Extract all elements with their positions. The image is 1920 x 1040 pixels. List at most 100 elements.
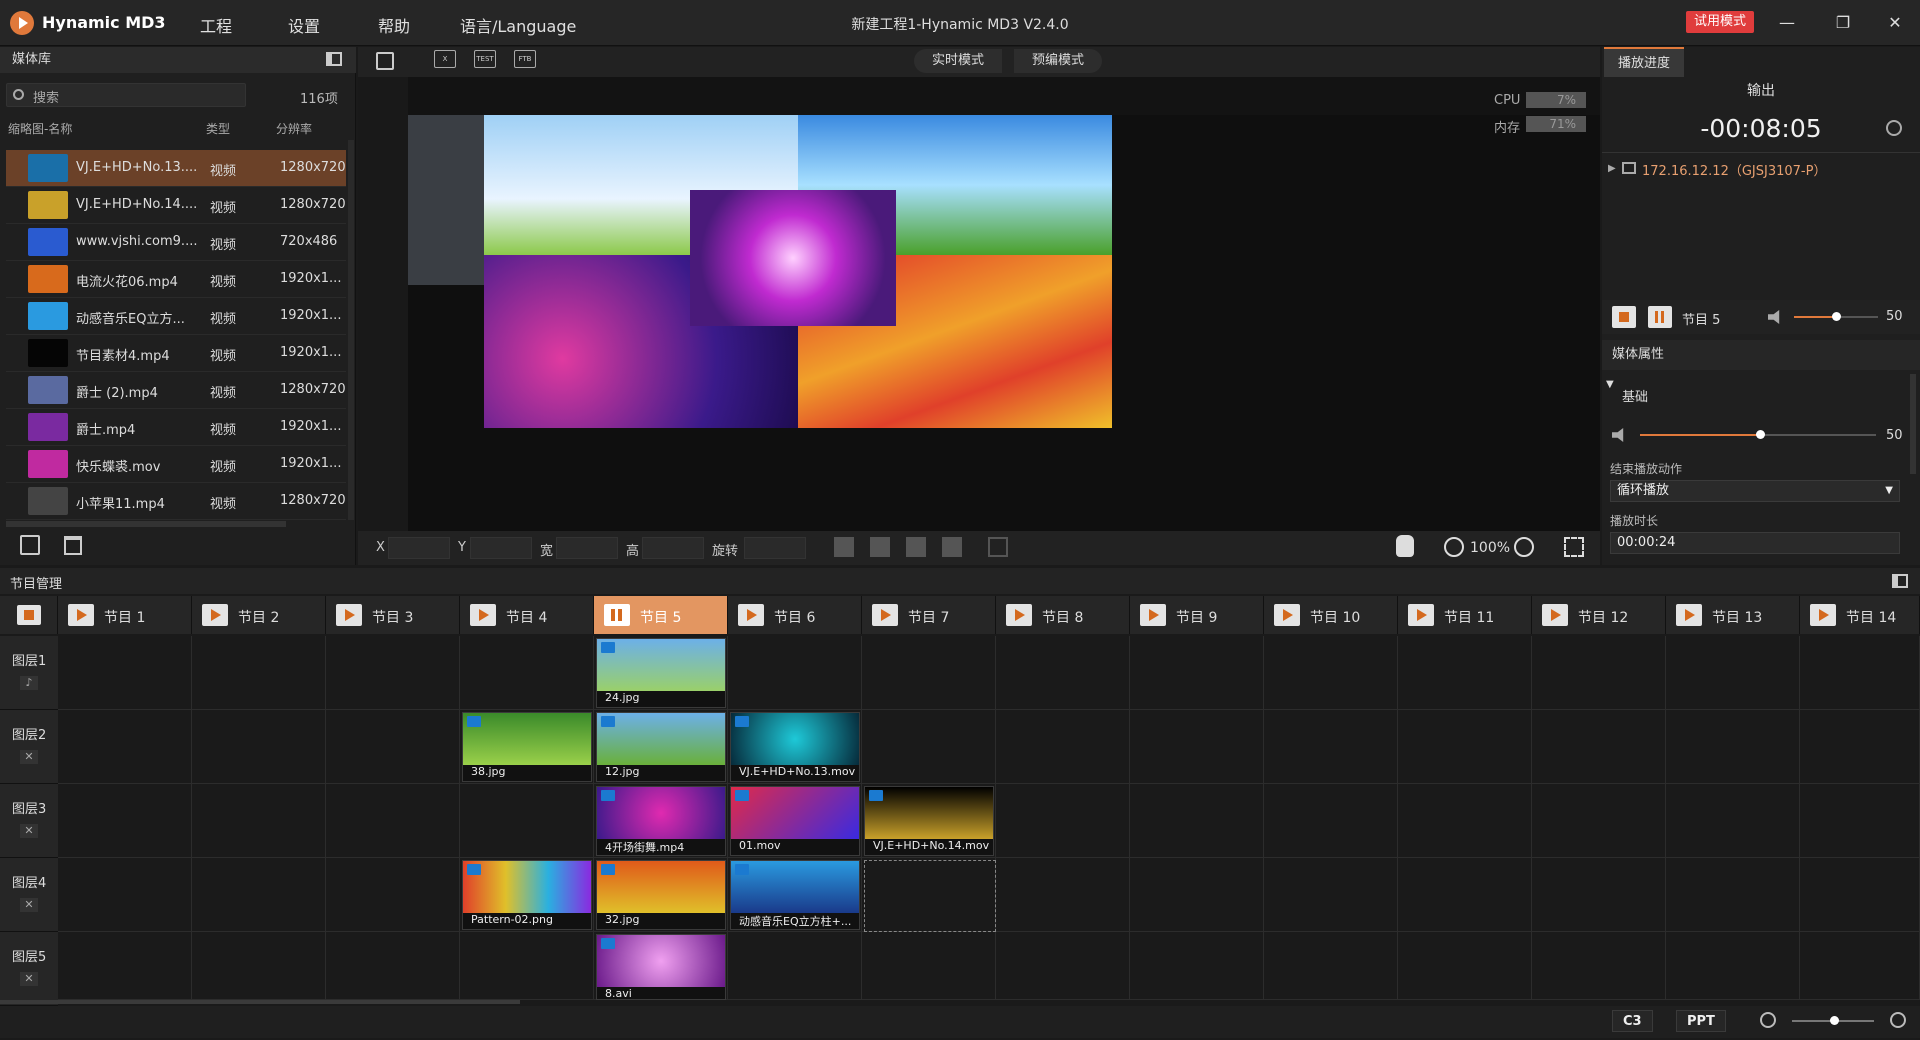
maximize-icon[interactable]: ❐: [1830, 10, 1856, 36]
fit-screen-icon[interactable]: [1564, 537, 1584, 557]
media-row[interactable]: www.vjshi.com9.... 视频 720x486: [6, 224, 346, 261]
grid-cell[interactable]: [1800, 932, 1920, 1000]
grid-zoom-out-icon[interactable]: [1760, 1012, 1776, 1028]
program-view-icon[interactable]: [1892, 574, 1908, 588]
program-tab[interactable]: 节目 3: [326, 596, 460, 634]
media-row[interactable]: 快乐蝶裘.mov 视频 1920x1...: [6, 446, 346, 483]
program-tab[interactable]: 节目 9: [1130, 596, 1264, 634]
grid-cell[interactable]: [460, 932, 594, 1000]
mute-icon[interactable]: ✕: [20, 898, 38, 912]
layer-header[interactable]: 图层3 ✕: [0, 784, 58, 858]
play-icon[interactable]: [1542, 604, 1568, 626]
play-icon[interactable]: [202, 604, 228, 626]
grid-cell[interactable]: [326, 932, 460, 1000]
col-type[interactable]: 类型: [206, 120, 230, 137]
program-tab[interactable]: 节目 12: [1532, 596, 1666, 634]
grid-cell[interactable]: [1130, 858, 1264, 932]
col-thumb-name[interactable]: 缩略图-名称: [8, 120, 72, 137]
play-icon[interactable]: [336, 604, 362, 626]
media-clip[interactable]: 24.jpg: [596, 638, 726, 708]
play-icon[interactable]: [1006, 604, 1032, 626]
grid-cell[interactable]: [1532, 636, 1666, 710]
trial-badge[interactable]: 试用模式: [1686, 11, 1755, 33]
delete-media-icon[interactable]: [64, 536, 82, 555]
media-clip[interactable]: 32.jpg: [596, 860, 726, 930]
grid-cell[interactable]: [996, 784, 1130, 858]
media-scrollbar[interactable]: [348, 140, 354, 520]
grid-cell[interactable]: [326, 636, 460, 710]
fit-icon[interactable]: [988, 537, 1008, 557]
grid-cell[interactable]: [1130, 636, 1264, 710]
grid-cell[interactable]: [326, 784, 460, 858]
grid-cell[interactable]: [728, 932, 862, 1000]
grid-cell[interactable]: [326, 858, 460, 932]
rotate-field[interactable]: [744, 537, 806, 559]
media-volume-slider[interactable]: [1640, 430, 1876, 439]
program-hscrollbar[interactable]: [0, 1000, 520, 1004]
col-resolution[interactable]: 分辨率: [276, 120, 312, 137]
grid-cell[interactable]: [862, 636, 996, 710]
grid-cell[interactable]: [1800, 858, 1920, 932]
menu-settings[interactable]: 设置: [288, 13, 320, 37]
grid-cell[interactable]: [1532, 784, 1666, 858]
program-tab[interactable]: 节目 14: [1800, 596, 1920, 634]
grid-cell[interactable]: [996, 636, 1130, 710]
grid-cell[interactable]: [728, 636, 862, 710]
selected-empty-cell[interactable]: [864, 860, 996, 932]
align-icon[interactable]: [834, 537, 854, 557]
media-clip[interactable]: 38.jpg: [462, 712, 592, 782]
grid-cell[interactable]: [192, 636, 326, 710]
expand-icon[interactable]: ▶: [1608, 163, 1616, 174]
play-icon[interactable]: [1274, 604, 1300, 626]
grid-cell[interactable]: [58, 710, 192, 784]
media-clip[interactable]: VJ.E+HD+No.13.mov: [730, 712, 860, 782]
play-icon[interactable]: [68, 604, 94, 626]
media-row[interactable]: 小苹果11.mp4 视频 1280x720: [6, 483, 346, 520]
grid-zoom-slider[interactable]: [1792, 1016, 1874, 1025]
play-icon[interactable]: [1810, 604, 1836, 626]
grid-cell[interactable]: [862, 710, 996, 784]
play-icon[interactable]: [1408, 604, 1434, 626]
play-icon[interactable]: [872, 604, 898, 626]
volume-slider[interactable]: [1794, 312, 1878, 321]
minimize-icon[interactable]: —: [1774, 10, 1800, 36]
media-row[interactable]: 动感音乐EQ立方... 视频 1920x1...: [6, 298, 346, 335]
media-clip[interactable]: Pattern-02.png: [462, 860, 592, 930]
reset-time-icon[interactable]: [1886, 120, 1902, 136]
play-icon[interactable]: [1140, 604, 1166, 626]
grid-cell[interactable]: [1666, 710, 1800, 784]
grid-cell[interactable]: [1130, 710, 1264, 784]
grid-cell[interactable]: [1666, 784, 1800, 858]
grid-cell[interactable]: [1398, 784, 1532, 858]
grid-cell[interactable]: [1666, 636, 1800, 710]
stop-all-icon[interactable]: [17, 605, 41, 625]
layer-header[interactable]: 图层2 ✕: [0, 710, 58, 784]
grid-cell[interactable]: [996, 858, 1130, 932]
send-back-icon[interactable]: [906, 537, 926, 557]
bring-front-icon[interactable]: [870, 537, 890, 557]
media-clip[interactable]: 8.avi: [596, 934, 726, 1000]
grid-cell[interactable]: [1398, 636, 1532, 710]
preedit-mode-button[interactable]: 预编模式: [1014, 49, 1103, 73]
media-clip[interactable]: 动感音乐EQ立方柱+...: [730, 860, 860, 930]
c3-button[interactable]: C3: [1612, 1010, 1653, 1032]
grid-cell[interactable]: [996, 710, 1130, 784]
play-icon[interactable]: [470, 604, 496, 626]
grid-cell[interactable]: [1532, 932, 1666, 1000]
program-tab[interactable]: 节目 5: [594, 596, 728, 634]
media-row[interactable]: 节目素材4.mp4 视频 1920x1...: [6, 335, 346, 372]
media-row[interactable]: 爵士 (2).mp4 视频 1280x720: [6, 372, 346, 409]
program-tab[interactable]: 节目 8: [996, 596, 1130, 634]
list-view-icon[interactable]: [326, 52, 342, 66]
media-hscrollbar[interactable]: [6, 521, 286, 527]
mute-icon[interactable]: ✕: [20, 824, 38, 838]
grid-cell[interactable]: [58, 932, 192, 1000]
grid-cell[interactable]: [192, 710, 326, 784]
ftb-button[interactable]: FTB: [514, 50, 536, 68]
grid-cell[interactable]: [460, 636, 594, 710]
close-icon[interactable]: ✕: [1882, 10, 1908, 36]
play-icon[interactable]: [1676, 604, 1702, 626]
grid-cell[interactable]: [58, 858, 192, 932]
grid-cell[interactable]: [1666, 858, 1800, 932]
collapse-icon[interactable]: ▼: [1606, 379, 1614, 390]
